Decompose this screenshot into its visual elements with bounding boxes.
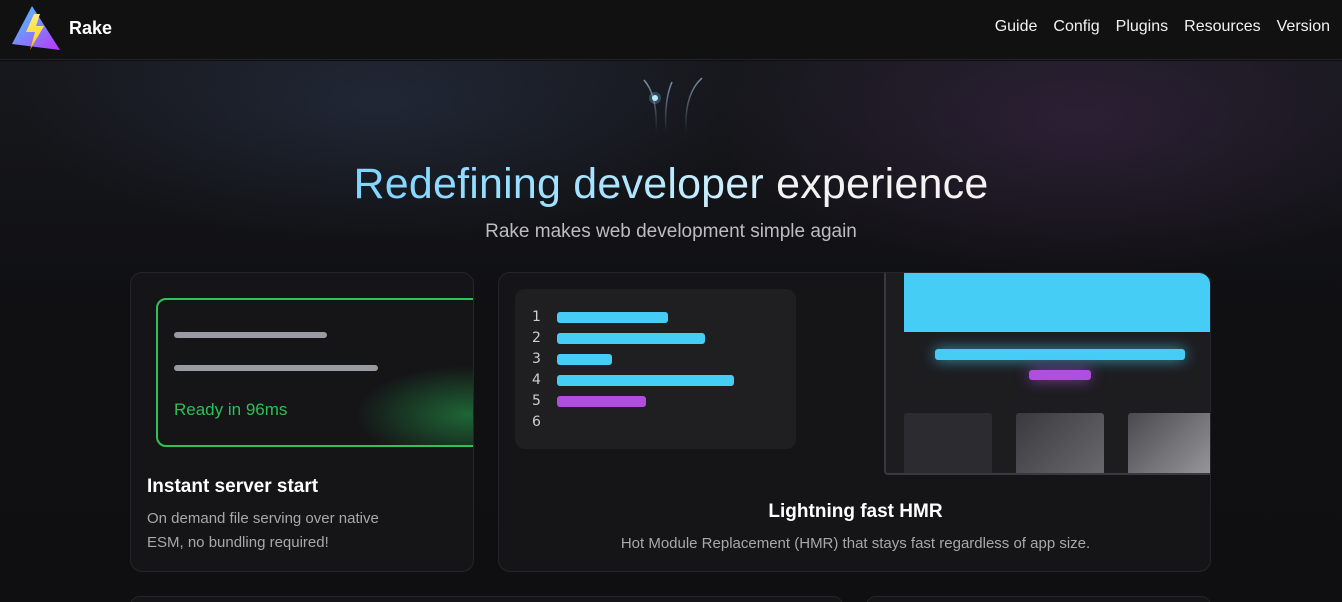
nav-link-version[interactable]: Version — [1277, 18, 1330, 36]
terminal-line — [174, 365, 378, 371]
rake-logo-icon[interactable] — [10, 4, 62, 54]
nav-link-guide[interactable]: Guide — [995, 18, 1038, 36]
nav-link-resources[interactable]: Resources — [1184, 18, 1260, 36]
nav-links: Guide Config Plugins Resources Version — [995, 18, 1330, 36]
nav-link-plugins[interactable]: Plugins — [1116, 18, 1168, 36]
app-preview — [884, 273, 1210, 475]
code-line-bar — [557, 333, 705, 344]
code-line-bar — [557, 396, 646, 407]
preview-tile — [1128, 413, 1210, 473]
feature-description: Hot Module Replacement (HMR) that stays … — [620, 535, 1091, 552]
feature-card-server-start: Ready in 96ms Instant server start On de… — [130, 272, 474, 572]
feature-card-partial — [130, 596, 843, 602]
preview-tile — [904, 413, 992, 473]
terminal-line — [174, 332, 327, 338]
code-line-bar — [557, 312, 668, 323]
hero-headline: Redefining developer experience — [0, 160, 1342, 209]
feature-card-partial — [866, 596, 1211, 602]
preview-tile — [1016, 413, 1104, 473]
terminal-preview: Ready in 96ms — [156, 298, 473, 447]
line-number: 5 — [532, 393, 541, 409]
brand-name[interactable]: Rake — [69, 18, 112, 39]
feature-title: Instant server start — [147, 476, 319, 497]
preview-header — [904, 273, 1210, 332]
line-number: 1 — [532, 309, 541, 325]
preview-pill — [1029, 370, 1091, 380]
line-number: 3 — [532, 351, 541, 367]
line-number: 4 — [532, 372, 541, 388]
feature-description: On demand file serving over native ESM, … — [147, 510, 379, 551]
nav-link-config[interactable]: Config — [1053, 18, 1099, 36]
preview-bar — [935, 349, 1185, 360]
headline-rest: experience — [763, 160, 989, 208]
top-navbar: Rake Guide Config Plugins Resources Vers… — [0, 0, 1342, 60]
spark-icon — [643, 77, 703, 133]
feature-title: Lightning fast HMR — [768, 501, 943, 522]
terminal-ready-text: Ready in 96ms — [174, 400, 288, 419]
headline-highlight: Redefining developer — [353, 160, 764, 208]
code-editor-preview: 1 2 3 4 5 6 — [515, 289, 796, 449]
code-line-bar — [557, 354, 612, 365]
feature-card-hmr: 1 2 3 4 5 6 Lightning fast HMR Hot Modul… — [498, 272, 1211, 572]
hero-subtitle: Rake makes web development simple again — [485, 221, 857, 242]
line-number: 6 — [532, 414, 541, 430]
line-number: 2 — [532, 330, 541, 346]
code-line-bar — [557, 375, 734, 386]
